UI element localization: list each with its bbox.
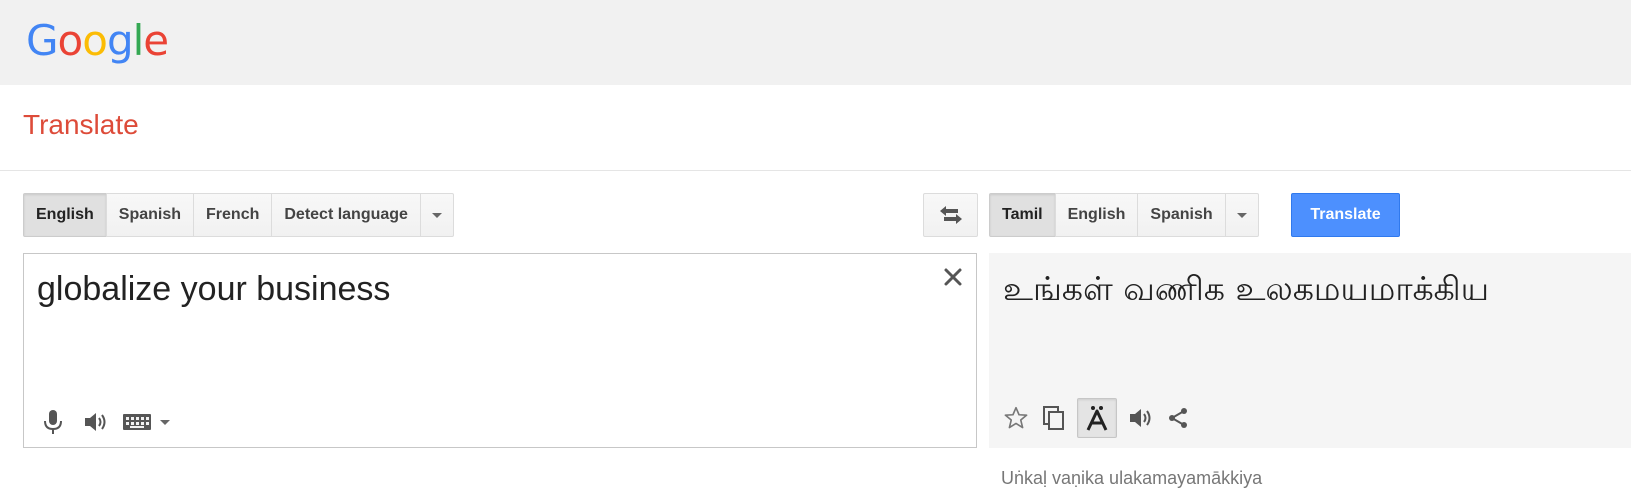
- speaker-icon: [85, 413, 106, 431]
- source-lang-dropdown[interactable]: [419, 193, 454, 237]
- translation-output: உங்கள் வணிக உலகமயமாக்கிய: [989, 253, 1631, 448]
- logo-letter: g: [106, 16, 134, 65]
- logo-letter: G: [26, 16, 59, 65]
- star-icon: [1004, 406, 1028, 429]
- listen-source-button[interactable]: [80, 407, 110, 437]
- transliteration-text: Uṅkaḷ vaṇika ulakamayamākkiya: [1001, 468, 1263, 488]
- logo-letter: o: [82, 16, 108, 65]
- listen-translation-button[interactable]: [1125, 403, 1155, 433]
- microphone-button[interactable]: [38, 407, 68, 437]
- target-lang-english[interactable]: English: [1054, 193, 1139, 237]
- swap-icon: [939, 206, 962, 224]
- translated-text: உங்கள் வணிக உலகமயமாக்கிய: [1003, 269, 1490, 308]
- chevron-down-icon: [160, 419, 170, 425]
- star-button[interactable]: [1001, 403, 1031, 433]
- close-icon: [944, 268, 962, 286]
- source-text-area[interactable]: globalize your business: [23, 253, 977, 448]
- sub-header: Translate: [0, 85, 1631, 171]
- logo-letter: l: [132, 16, 145, 65]
- target-lang-dropdown[interactable]: [1224, 193, 1259, 237]
- target-toolbar: [1001, 398, 1193, 438]
- source-language-bar: English Spanish French Detect language: [23, 193, 454, 237]
- source-lang-french[interactable]: French: [193, 193, 273, 237]
- microphone-icon: [44, 410, 62, 434]
- logo-letter: o: [57, 16, 84, 65]
- copy-icon: [1043, 406, 1064, 430]
- source-lang-spanish[interactable]: Spanish: [105, 193, 195, 237]
- translate-button[interactable]: Translate: [1291, 193, 1400, 237]
- target-lang-tamil[interactable]: Tamil: [989, 193, 1056, 237]
- source-lang-english[interactable]: English: [23, 193, 107, 237]
- logo-letter: e: [143, 16, 169, 65]
- top-bar: Google: [0, 0, 1631, 85]
- swap-languages-button[interactable]: [923, 193, 978, 237]
- chevron-down-icon: [431, 212, 442, 218]
- source-lang-detect[interactable]: Detect language: [271, 193, 421, 237]
- share-button[interactable]: [1163, 403, 1193, 433]
- source-text[interactable]: globalize your business: [37, 270, 390, 309]
- speaker-icon: [1130, 409, 1151, 427]
- share-icon: [1169, 408, 1187, 428]
- phonetic-icon: [1086, 406, 1108, 431]
- source-toolbar: [38, 407, 170, 437]
- input-tools-button[interactable]: [122, 407, 170, 437]
- page-title: Translate: [23, 109, 139, 140]
- google-logo[interactable]: Google: [26, 16, 169, 66]
- keyboard-icon: [123, 414, 151, 430]
- target-language-bar: Tamil English Spanish: [989, 193, 1259, 237]
- phonetic-toggle-button[interactable]: [1077, 398, 1117, 438]
- chevron-down-icon: [1236, 212, 1247, 218]
- clear-button[interactable]: [942, 266, 964, 288]
- target-lang-spanish[interactable]: Spanish: [1137, 193, 1226, 237]
- copy-button[interactable]: [1039, 403, 1069, 433]
